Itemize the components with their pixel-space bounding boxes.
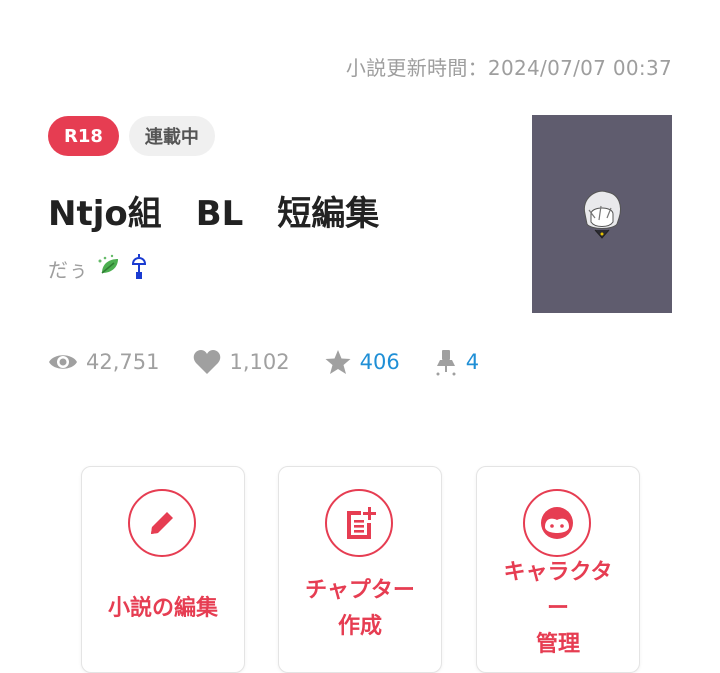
- novel-title: Ntjo組 BL 短編集: [48, 194, 380, 234]
- eye-icon: [48, 351, 78, 373]
- character-avatar: [583, 190, 621, 239]
- badge-group: R18 連載中: [48, 116, 215, 156]
- author-name[interactable]: だぅ: [48, 254, 88, 283]
- author-row[interactable]: だぅ: [48, 252, 148, 284]
- create-chapter-label-line2: 作成: [337, 614, 382, 639]
- manage-characters-label-line3: 管理: [535, 632, 580, 657]
- bookmarks-count: 4: [465, 350, 480, 374]
- views-stat: 42,751: [48, 350, 159, 374]
- manage-characters-label-line2: ー: [546, 596, 569, 621]
- stars-stat[interactable]: 406: [324, 349, 400, 375]
- star-icon: [324, 349, 352, 375]
- create-chapter-label-line1: チャプター: [305, 578, 415, 603]
- pencil-icon: [128, 489, 196, 557]
- heart-icon: [193, 349, 221, 375]
- character-face-icon: [523, 489, 591, 557]
- leaf-icon: [96, 253, 122, 283]
- edit-novel-label: 小説の編集: [107, 596, 218, 621]
- cover-image[interactable]: [532, 115, 672, 313]
- views-count: 42,751: [86, 350, 160, 374]
- bookmark-pin-icon: [434, 348, 458, 376]
- manage-characters-button[interactable]: キャラクタ ー 管理: [476, 466, 640, 673]
- stats-row: 42,751 1,102 406 4: [48, 348, 513, 376]
- manage-characters-label-line1: キャラクタ: [503, 560, 613, 585]
- stars-count: 406: [359, 350, 400, 374]
- status-badge: 連載中: [128, 116, 215, 156]
- rating-badge: R18: [48, 116, 119, 156]
- updated-time: 小説更新時間：2024/07/07 00:37: [345, 56, 672, 80]
- wind-chime-icon: [130, 252, 148, 284]
- likes-count: 1,102: [229, 350, 290, 374]
- bookmarks-stat[interactable]: 4: [434, 348, 479, 376]
- add-document-icon: [325, 489, 393, 557]
- edit-novel-button[interactable]: 小説の編集: [81, 466, 245, 673]
- likes-stat[interactable]: 1,102: [193, 349, 290, 375]
- create-chapter-button[interactable]: チャプター 作成: [278, 466, 442, 673]
